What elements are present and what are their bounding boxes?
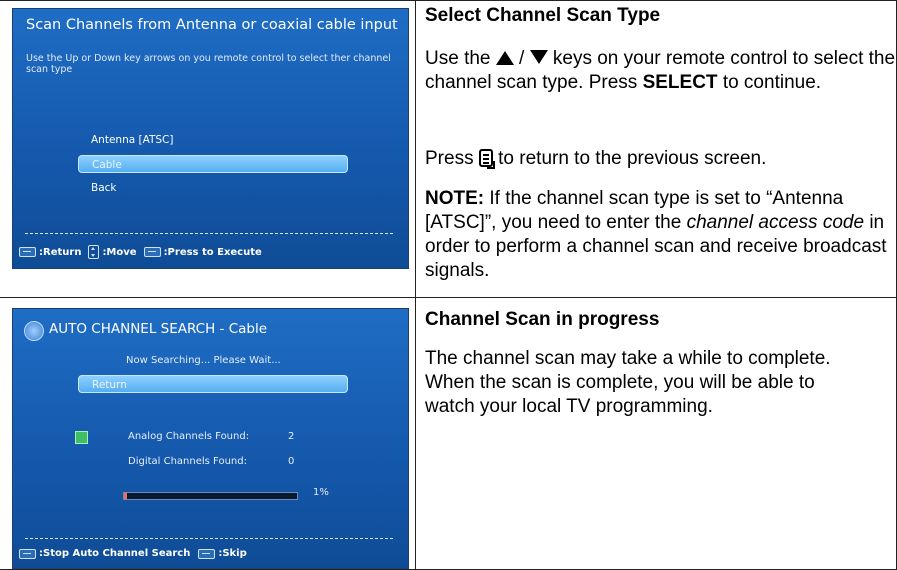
progress-paragraph: The channel scan may take a while to com… bbox=[425, 348, 831, 417]
footer-execute-label: :Press to Execute bbox=[163, 246, 262, 258]
footer-stop-label: :Stop Auto Channel Search bbox=[39, 548, 191, 559]
search-icon bbox=[24, 321, 44, 341]
text-run: to continue. bbox=[722, 72, 822, 93]
progress-bar bbox=[123, 492, 298, 500]
digital-count-value: 0 bbox=[288, 456, 295, 467]
text-run: Use the bbox=[425, 48, 491, 69]
screen-title: Scan Channels from Antenna or coaxial ca… bbox=[26, 17, 398, 33]
screen-instruction: Use the Up or Down key arrows on you rem… bbox=[26, 53, 391, 75]
menu-item-antenna[interactable]: Antenna [ATSC] bbox=[78, 131, 348, 149]
footer-skip-label: :Skip bbox=[218, 548, 247, 559]
progress-percent: 1% bbox=[313, 487, 329, 498]
channel-grid-icon bbox=[75, 431, 88, 444]
enter-key-icon bbox=[19, 548, 36, 559]
up-triangle-icon bbox=[495, 51, 514, 65]
digital-count-label: Digital Channels Found: bbox=[128, 456, 247, 467]
up-down-key-icon bbox=[88, 245, 100, 259]
section-heading: Select Channel Scan Type bbox=[425, 5, 661, 26]
note-paragraph: NOTE: If the channel scan type is set to… bbox=[425, 187, 897, 283]
table-column-divider bbox=[415, 0, 416, 570]
text-run: to return to the previous screen. bbox=[498, 148, 767, 169]
analog-count-label: Analog Channels Found: bbox=[128, 431, 250, 442]
screen-footer: :Stop Auto Channel Search :Skip bbox=[19, 548, 247, 559]
select-key-label: SELECT bbox=[642, 72, 718, 93]
menu-key-icon bbox=[198, 548, 216, 559]
dashed-divider bbox=[25, 233, 393, 234]
return-button[interactable]: Return bbox=[78, 375, 348, 393]
footer-return-label: :Return bbox=[39, 246, 82, 258]
text-run: Press bbox=[425, 148, 474, 169]
section-heading: Channel Scan in progress bbox=[425, 309, 660, 330]
menu-key-icon bbox=[19, 247, 36, 257]
auto-search-screen: AUTO CHANNEL SEARCH - Cable Now Searchin… bbox=[12, 308, 409, 569]
dashed-divider bbox=[25, 538, 393, 539]
enter-key-icon bbox=[143, 247, 161, 257]
footer-move-label: :Move bbox=[102, 246, 137, 258]
menu-button-icon bbox=[478, 149, 495, 169]
scan-type-screen: Scan Channels from Antenna or coaxial ca… bbox=[12, 8, 409, 269]
table-row-divider bbox=[0, 297, 897, 298]
down-triangle-icon bbox=[529, 50, 548, 64]
screen-title: AUTO CHANNEL SEARCH - Cable bbox=[49, 321, 268, 337]
screen-footer: :Return :Move :Press to Execute bbox=[19, 245, 262, 259]
return-paragraph: Press to return to the previous screen. bbox=[425, 147, 897, 171]
menu-item-cable[interactable]: Cable bbox=[78, 155, 348, 173]
instruction-paragraph: Use the / keys on your remote control to… bbox=[425, 47, 897, 95]
search-status: Now Searching... Please Wait... bbox=[126, 355, 281, 366]
text-run: / bbox=[519, 48, 525, 69]
progress-bar-fill bbox=[124, 493, 128, 499]
note-label: NOTE: bbox=[425, 188, 485, 209]
table-border-top bbox=[0, 0, 897, 1]
analog-count-value: 2 bbox=[288, 431, 295, 442]
menu-item-back[interactable]: Back bbox=[78, 179, 348, 197]
access-code-term: channel access code bbox=[686, 212, 865, 233]
